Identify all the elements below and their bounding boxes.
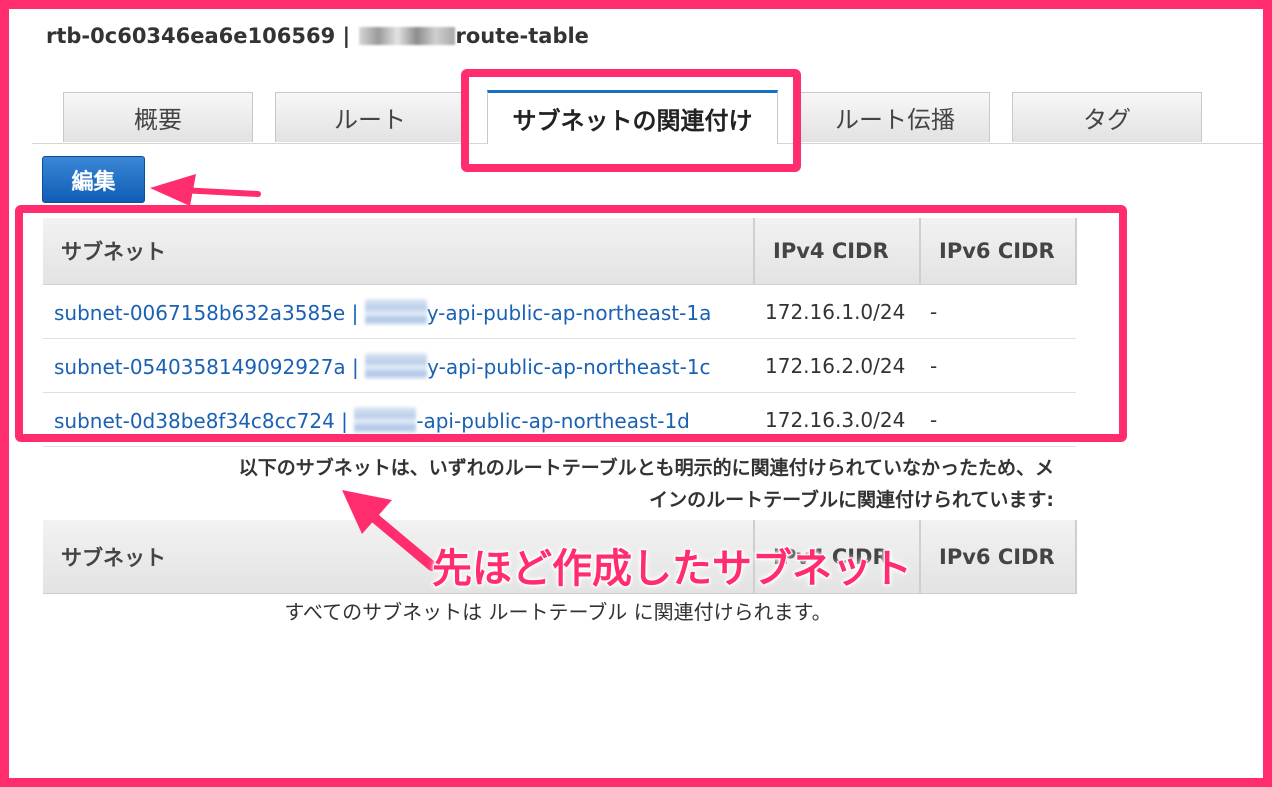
arrow-to-edit-head	[150, 174, 196, 206]
arrow-to-note-line	[365, 509, 437, 571]
annotation-arrows	[150, 174, 437, 571]
annotation-callout: 先ほど作成したサブネット	[431, 545, 913, 593]
